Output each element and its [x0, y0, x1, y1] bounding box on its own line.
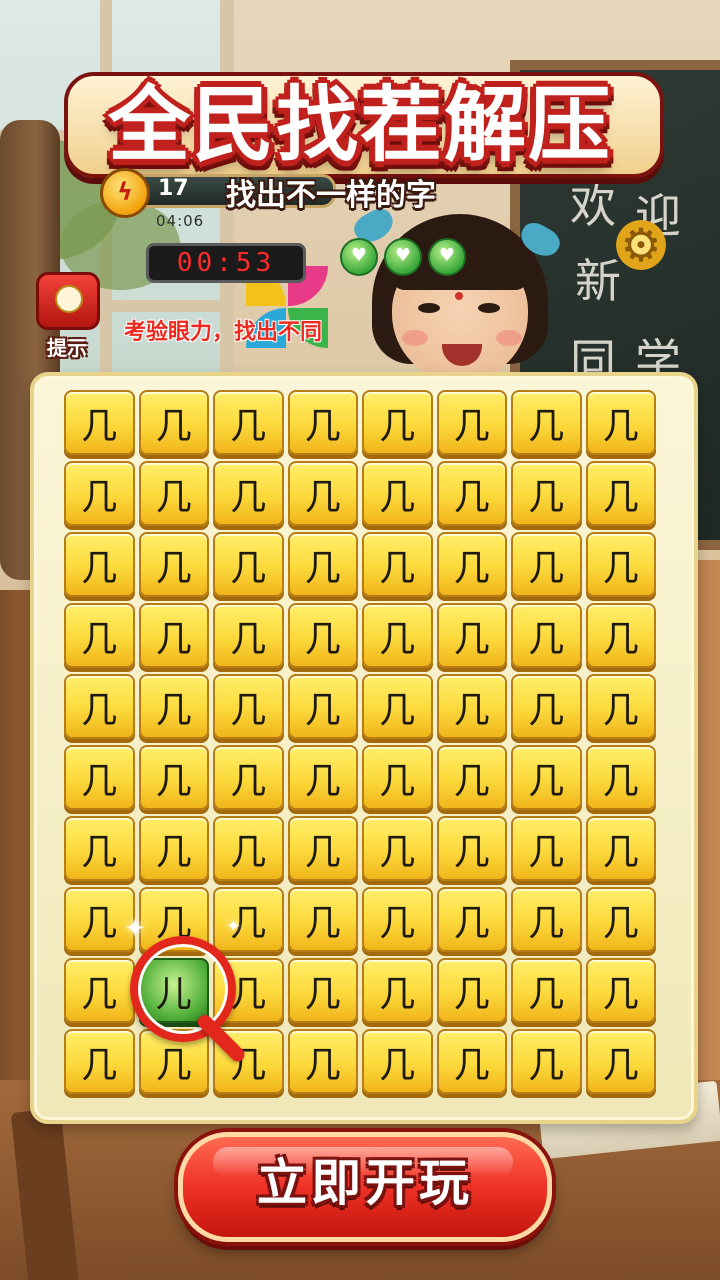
character-tile[interactable]: 几	[64, 1029, 135, 1094]
caption-text: 考验眼力，找出不同	[124, 320, 323, 345]
character-tile[interactable]: 几	[213, 887, 284, 952]
hint-label: 提示	[47, 336, 87, 360]
sparkle-icon: ✦	[124, 914, 146, 944]
character-tile[interactable]: 几	[585, 887, 656, 952]
character-tile[interactable]: 几	[138, 390, 209, 455]
character-tile[interactable]: 几	[287, 887, 358, 952]
character-tile[interactable]: 几	[362, 390, 433, 455]
character-tile[interactable]: 几	[511, 532, 582, 597]
character-tile[interactable]: 几	[362, 1029, 433, 1094]
character-tile[interactable]: 几	[64, 745, 135, 810]
character-tile[interactable]: 几	[138, 745, 209, 810]
elapsed-time: 04:06	[156, 212, 205, 230]
heart-ribbon-icon: ♥	[384, 238, 422, 276]
level-number: 17	[158, 176, 189, 201]
character-tile[interactable]: 几	[213, 745, 284, 810]
character-tile[interactable]: 几	[362, 461, 433, 526]
character-tile[interactable]: 几	[362, 745, 433, 810]
character-tile[interactable]: 几	[511, 887, 582, 952]
character-tile[interactable]: 几	[287, 745, 358, 810]
game-subtitle: 找出不一样的字	[226, 178, 436, 213]
countdown-timer: 00:53	[146, 243, 306, 283]
character-tile[interactable]: 几	[64, 816, 135, 881]
character-tile[interactable]: 几	[436, 816, 507, 881]
chalk-char: 欢	[570, 179, 616, 233]
character-tile[interactable]: 几	[436, 461, 507, 526]
character-tile[interactable]: 几	[64, 674, 135, 739]
character-tile[interactable]: 几	[436, 887, 507, 952]
character-tile[interactable]: 几	[511, 958, 582, 1023]
character-tile[interactable]: 几	[585, 532, 656, 597]
character-tile[interactable]: 几	[64, 958, 135, 1023]
hint-button[interactable]: 提示	[36, 272, 100, 361]
gear-icon[interactable]: ⚙	[616, 220, 666, 270]
character-tile[interactable]: 几	[362, 532, 433, 597]
character-tile[interactable]: 几	[585, 958, 656, 1023]
character-tile[interactable]: 几	[138, 816, 209, 881]
character-tile[interactable]: 几	[64, 532, 135, 597]
character-tile[interactable]: 几	[64, 390, 135, 455]
character-tile[interactable]: 几	[585, 390, 656, 455]
character-tile[interactable]: 几	[138, 461, 209, 526]
sparkle-icon: ✦	[226, 916, 242, 937]
character-tile[interactable]: 几	[511, 745, 582, 810]
character-tile[interactable]: 几	[436, 1029, 507, 1094]
character-tile[interactable]: 几	[213, 532, 284, 597]
character-tile[interactable]: 几	[287, 603, 358, 668]
heart-ribbon-icon: ♥	[428, 238, 466, 276]
character-tile[interactable]: 几	[287, 1029, 358, 1094]
character-tile[interactable]: 几	[511, 603, 582, 668]
heart-ribbon-icon: ♥	[340, 238, 378, 276]
character-tile[interactable]: 几	[287, 674, 358, 739]
game-title: 全民找茬解压	[107, 78, 612, 173]
play-now-label: 立即开玩	[257, 1154, 473, 1212]
character-tile[interactable]: 几	[362, 674, 433, 739]
character-tile[interactable]: 几	[362, 603, 433, 668]
character-tile[interactable]: 几	[213, 674, 284, 739]
character-tile[interactable]: 几	[138, 532, 209, 597]
character-tile[interactable]: 几	[436, 390, 507, 455]
character-tile[interactable]: 几	[585, 461, 656, 526]
character-tile[interactable]: 几	[287, 461, 358, 526]
character-tile[interactable]: 几	[511, 390, 582, 455]
character-tile[interactable]: 几	[362, 816, 433, 881]
character-tile[interactable]: 几	[436, 674, 507, 739]
character-tile[interactable]: 几	[511, 461, 582, 526]
character-tile[interactable]: 几	[287, 958, 358, 1023]
lightbulb-icon[interactable]	[36, 272, 100, 330]
character-tile[interactable]: 几	[287, 390, 358, 455]
character-tile[interactable]: 几	[585, 1029, 656, 1094]
character-tile[interactable]: 几	[585, 745, 656, 810]
level-badge: ϟ 17	[100, 168, 336, 218]
lightning-coin-icon: ϟ	[100, 168, 150, 218]
character-tile[interactable]: 几	[436, 958, 507, 1023]
character-tile[interactable]: 几	[511, 674, 582, 739]
character-tile[interactable]: 几	[585, 674, 656, 739]
character-tile[interactable]: 几	[138, 603, 209, 668]
character-tile[interactable]: 几	[213, 603, 284, 668]
character-tile[interactable]: 几	[138, 674, 209, 739]
play-now-button[interactable]: 立即开玩	[178, 1132, 552, 1242]
character-tile[interactable]: 几	[362, 958, 433, 1023]
character-tile[interactable]: 几	[213, 390, 284, 455]
character-tile[interactable]: 几	[511, 1029, 582, 1094]
magnifier-icon	[130, 936, 236, 1042]
character-tile[interactable]: 几	[64, 603, 135, 668]
character-tile[interactable]: 几	[64, 461, 135, 526]
character-tile[interactable]: 几	[511, 816, 582, 881]
character-tile[interactable]: 几	[213, 461, 284, 526]
character-tile[interactable]: 几	[362, 887, 433, 952]
character-tile[interactable]: 几	[436, 532, 507, 597]
character-tile[interactable]: 几	[585, 603, 656, 668]
chalk-char: 新	[575, 254, 621, 308]
character-tile[interactable]: 几	[436, 745, 507, 810]
character-tile[interactable]: 几	[585, 816, 656, 881]
character-tile[interactable]: 几	[287, 816, 358, 881]
character-tile[interactable]: 几	[213, 816, 284, 881]
character-tile[interactable]: 几	[287, 532, 358, 597]
character-tile[interactable]: 几	[436, 603, 507, 668]
